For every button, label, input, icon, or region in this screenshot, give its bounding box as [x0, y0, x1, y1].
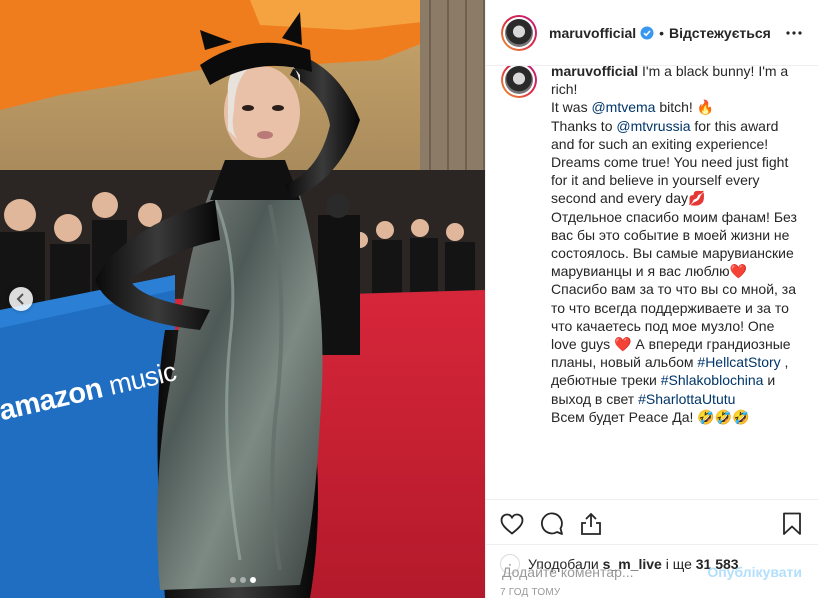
publish-button[interactable]: Опублікувати — [707, 564, 802, 580]
caption-scroll-area[interactable]: maruvofficial I'm a black bunny! I'm a r… — [486, 66, 818, 499]
caption-paragraph: Thanks to @mtvrussia for this award and … — [551, 117, 802, 208]
caption-text: maruvofficial I'm a black bunny! I'm a r… — [551, 66, 802, 426]
separator: • — [659, 24, 665, 41]
carousel-dot-active — [249, 577, 256, 583]
caption-paragraph: Отдельное спасибо моим фанам! Без вас бы… — [551, 208, 802, 408]
caption-segment: It was — [551, 99, 592, 116]
bookmark-icon[interactable] — [782, 512, 802, 536]
caption-link[interactable]: #HellcatStory — [697, 354, 780, 370]
post-photo[interactable]: amazon music — [0, 0, 485, 598]
caption-link[interactable]: #SharlottaUtutu — [638, 391, 735, 407]
verified-badge-icon — [640, 26, 654, 40]
comment-input[interactable] — [502, 563, 708, 580]
caption-avatar[interactable] — [501, 66, 537, 98]
carousel-dot — [239, 577, 246, 583]
carousel-dot — [229, 577, 236, 583]
comment-form: Опублікувати — [486, 544, 818, 598]
share-icon[interactable] — [580, 512, 602, 536]
chevron-left-icon — [16, 293, 24, 305]
caption-segment: bitch! 🔥 — [655, 99, 715, 116]
carousel-indicator — [0, 577, 485, 583]
caption-link[interactable]: #Shlakoblochina — [661, 372, 764, 388]
comment-icon[interactable] — [540, 512, 564, 536]
previous-slide-button[interactable] — [9, 287, 33, 311]
post-details-panel: maruvofficial • Відстежується maruvoffic… — [485, 0, 818, 598]
caption-link[interactable]: @mtvrussia — [616, 118, 690, 134]
heart-icon[interactable] — [500, 513, 524, 535]
caption-paragraph: It was @mtvema bitch! 🔥 — [551, 98, 802, 116]
caption-username[interactable]: maruvofficial — [551, 66, 638, 79]
caption: maruvofficial I'm a black bunny! I'm a r… — [501, 66, 802, 426]
photo-scene — [0, 0, 485, 598]
caption-paragraph: Всем будет Peace Да! 🤣🤣🤣 — [551, 408, 802, 426]
instagram-post: amazon music maruvofficial • Відстежуєть… — [0, 0, 818, 598]
caption-segment: Отдельное спасибо моим фанам! Без вас бы… — [551, 208, 797, 371]
caption-segment: Всем будет Peace Да! 🤣🤣🤣 — [551, 408, 750, 425]
action-icons-row — [500, 508, 802, 540]
more-options-icon[interactable] — [786, 30, 802, 35]
profile-avatar[interactable] — [501, 14, 537, 51]
caption-segment: Thanks to — [551, 117, 617, 134]
username-link[interactable]: maruvofficial — [549, 25, 636, 41]
following-button[interactable]: Відстежується — [669, 25, 771, 41]
post-header: maruvofficial • Відстежується — [486, 0, 818, 66]
caption-link[interactable]: @mtvema — [591, 99, 655, 115]
